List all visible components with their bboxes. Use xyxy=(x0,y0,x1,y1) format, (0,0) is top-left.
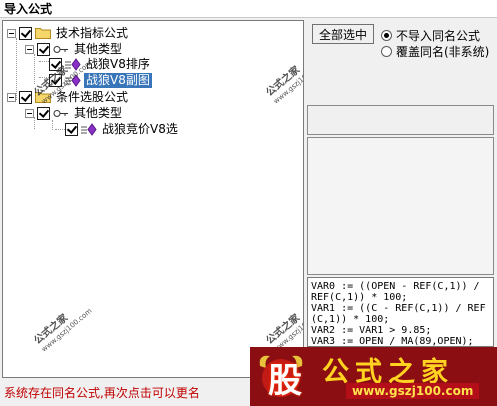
tree-node-label: 战狼V8排序 xyxy=(86,56,150,71)
tree-node-label: 技术指标公式 xyxy=(56,25,129,40)
tree-connector xyxy=(52,120,53,130)
tree-node-stock-selection[interactable]: 条件选股公式 xyxy=(7,89,130,105)
checkbox-checked[interactable] xyxy=(19,90,32,104)
watermark-logo: 公式之家 www.gszj100.com xyxy=(32,306,94,354)
tree-node-label: 条件选股公式 xyxy=(56,89,129,104)
tree-connector xyxy=(55,129,65,130)
watermark-logo: 公式之家 www.gszj100.com xyxy=(264,306,304,354)
checkbox-checked[interactable] xyxy=(19,26,32,40)
collapse-icon[interactable] xyxy=(7,28,16,38)
category-icon xyxy=(53,109,68,117)
tree-node-technical-indicators[interactable]: 技术指标公式 xyxy=(7,25,130,41)
info-panel xyxy=(307,105,494,135)
option-overwrite-duplicates[interactable]: 覆盖同名(非系统) xyxy=(381,43,489,60)
watermark-logo: 公式之家 www.gszj100.com xyxy=(264,58,304,106)
status-message: 系统存在同名公式,再次点击可以更名 xyxy=(4,386,200,400)
category-icon xyxy=(53,45,68,53)
option-label: 覆盖同名(非系统) xyxy=(396,45,490,59)
tree-node-label: 其他类型 xyxy=(74,105,123,120)
radio-selected-icon[interactable] xyxy=(381,30,392,41)
option-skip-duplicates[interactable]: 不导入同名公式 xyxy=(381,27,480,44)
tree-node-label: 战狼竞价V8选 xyxy=(102,121,178,136)
radio-unselected-icon[interactable] xyxy=(381,46,392,57)
window-title: 导入公式 xyxy=(0,0,497,18)
formula-tree[interactable]: 技术指标公式 其他类型 战狼V8排序 战狼V8副图 条件选股公式 其他类型 战狼… xyxy=(2,20,304,378)
collapse-icon[interactable] xyxy=(25,108,34,118)
folder-icon xyxy=(35,28,51,39)
formula-icon xyxy=(81,122,97,136)
collapse-icon[interactable] xyxy=(25,44,34,54)
tree-node-label-selected: 战狼V8副图 xyxy=(84,72,152,88)
checkbox-checked[interactable] xyxy=(65,122,78,136)
tree-connector xyxy=(34,54,35,84)
brand-banner: 股 公式之家 www.gszj100.com xyxy=(250,347,497,406)
tree-connector xyxy=(39,61,49,62)
checkbox-checked[interactable] xyxy=(37,42,50,56)
brand-url: www.gszj100.com xyxy=(346,383,480,399)
formula-code-view[interactable]: VAR0 := ((OPEN - REF(C,1)) / REF(C,1)) *… xyxy=(307,277,494,347)
logo-character: 股 xyxy=(268,361,302,401)
select-all-button[interactable]: 全部选中 xyxy=(312,24,374,44)
tree-node-formula-auction[interactable]: 战狼竞价V8选 xyxy=(65,121,180,137)
description-panel xyxy=(307,137,494,275)
collapse-icon[interactable] xyxy=(7,92,16,102)
tree-node-other-types-2[interactable]: 其他类型 xyxy=(25,105,124,121)
checkbox-checked[interactable] xyxy=(37,106,50,120)
option-label: 不导入同名公式 xyxy=(396,29,481,43)
